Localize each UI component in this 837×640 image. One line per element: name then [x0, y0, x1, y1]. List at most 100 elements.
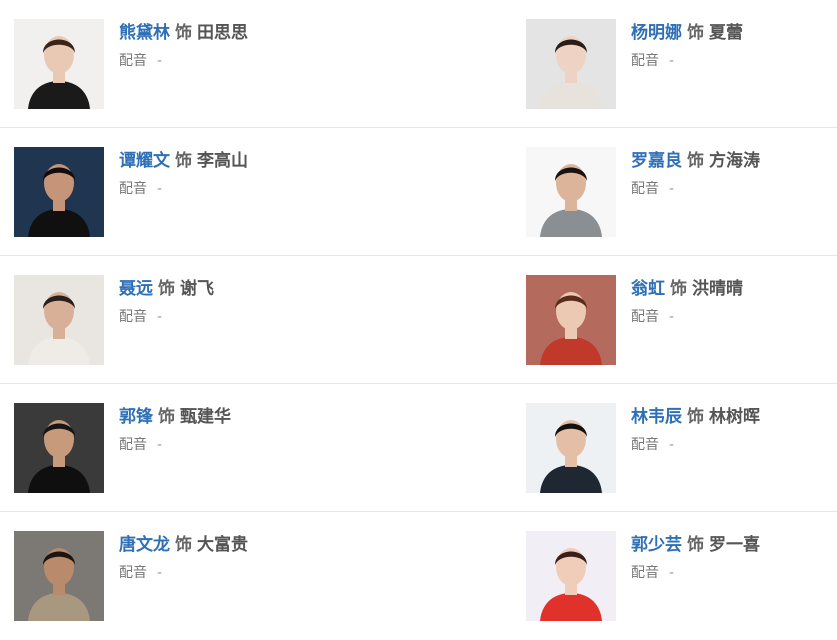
role-name: 洪晴晴 [692, 279, 743, 299]
voice-actor-value: - [669, 309, 675, 325]
cast-card: 林韦辰饰林树晖 配音 - [526, 403, 826, 495]
actor-name-link[interactable]: 郭锋 [119, 407, 153, 427]
cast-title-line: 杨明娜饰夏蕾 [631, 21, 743, 45]
cast-title-line: 翁虹饰洪晴晴 [631, 277, 743, 301]
portrait-image [14, 531, 104, 621]
voice-actor-line: 配音 - [631, 51, 743, 71]
actor-name-link[interactable]: 翁虹 [631, 279, 665, 299]
voice-actor-line: 配音 - [119, 179, 248, 199]
role-separator: 饰 [687, 407, 704, 427]
cast-card: 翁虹饰洪晴晴 配音 - [526, 275, 826, 367]
actor-name-link[interactable]: 聂远 [119, 279, 153, 299]
role-separator: 饰 [158, 279, 175, 299]
role-separator: 饰 [687, 535, 704, 555]
voice-actor-value: - [669, 181, 675, 197]
actor-photo[interactable] [526, 403, 616, 493]
role-separator: 饰 [687, 23, 704, 43]
actor-photo[interactable] [526, 531, 616, 621]
portrait-image [14, 19, 104, 109]
role-name: 大富贵 [197, 535, 248, 555]
role-separator: 饰 [670, 279, 687, 299]
voice-actor-label: 配音 [631, 181, 659, 197]
cast-info: 林韦辰饰林树晖 配音 - [631, 405, 760, 455]
actor-photo[interactable] [14, 147, 104, 237]
voice-actor-value: - [669, 565, 675, 581]
actor-photo[interactable] [526, 275, 616, 365]
cast-title-line: 谭耀文饰李高山 [119, 149, 248, 173]
voice-actor-line: 配音 - [119, 51, 248, 71]
cast-card: 唐文龙饰大富贵 配音 - [14, 531, 314, 623]
actor-name-link[interactable]: 杨明娜 [631, 23, 682, 43]
role-separator: 饰 [175, 535, 192, 555]
actor-name-link[interactable]: 谭耀文 [119, 151, 170, 171]
actor-name-link[interactable]: 罗嘉良 [631, 151, 682, 171]
role-separator: 饰 [175, 23, 192, 43]
actor-name-link[interactable]: 郭少芸 [631, 535, 682, 555]
portrait-image [526, 275, 616, 365]
cast-info: 翁虹饰洪晴晴 配音 - [631, 277, 743, 327]
voice-actor-line: 配音 - [119, 563, 248, 583]
cast-title-line: 唐文龙饰大富贵 [119, 533, 248, 557]
cast-info: 唐文龙饰大富贵 配音 - [119, 533, 248, 583]
actor-name-link[interactable]: 唐文龙 [119, 535, 170, 555]
voice-actor-value: - [157, 565, 163, 581]
cast-info: 熊黛林饰田思思 配音 - [119, 21, 248, 71]
actor-photo[interactable] [14, 275, 104, 365]
voice-actor-label: 配音 [119, 309, 147, 325]
cast-card: 聂远饰谢飞 配音 - [14, 275, 314, 367]
portrait-image [14, 147, 104, 237]
role-name: 方海涛 [709, 151, 760, 171]
actor-photo[interactable] [14, 531, 104, 621]
actor-name-link[interactable]: 林韦辰 [631, 407, 682, 427]
cast-card: 杨明娜饰夏蕾 配音 - [526, 19, 826, 111]
cast-list: 熊黛林饰田思思 配音 - 杨明娜饰夏蕾 配音 - 谭耀文 饰 李高山 配音 - … [0, 0, 837, 640]
voice-actor-line: 配音 - [119, 307, 214, 327]
cast-title-line: 郭锋饰甄建华 [119, 405, 231, 429]
cast-row: 郭锋饰甄建华 配音 - 林韦辰饰林树晖 配音 - [0, 384, 837, 512]
role-name: 罗一喜 [709, 535, 760, 555]
cast-title-line: 聂远饰谢飞 [119, 277, 214, 301]
role-name: 李高山 [197, 151, 248, 171]
voice-actor-value: - [669, 53, 675, 69]
voice-actor-label: 配音 [119, 53, 147, 69]
role-name: 谢飞 [180, 279, 214, 299]
portrait-image [14, 275, 104, 365]
voice-actor-label: 配音 [119, 437, 147, 453]
voice-actor-value: - [157, 181, 163, 197]
cast-title-line: 郭少芸饰罗一喜 [631, 533, 760, 557]
actor-photo[interactable] [14, 403, 104, 493]
role-name: 甄建华 [180, 407, 231, 427]
voice-actor-label: 配音 [631, 53, 659, 69]
voice-actor-label: 配音 [119, 181, 147, 197]
role-separator: 饰 [158, 407, 175, 427]
actor-photo[interactable] [526, 147, 616, 237]
cast-info: 罗嘉良饰方海涛 配音 - [631, 149, 760, 199]
cast-info: 郭锋饰甄建华 配音 - [119, 405, 231, 455]
voice-actor-value: - [157, 309, 163, 325]
voice-actor-line: 配音 - [631, 435, 760, 455]
cast-info: 聂远饰谢飞 配音 - [119, 277, 214, 327]
voice-actor-value: - [157, 53, 163, 69]
cast-title-line: 罗嘉良饰方海涛 [631, 149, 760, 173]
cast-row: 聂远饰谢飞 配音 - 翁虹饰洪晴晴 配音 - [0, 256, 837, 384]
role-name: 林树晖 [709, 407, 760, 427]
actor-photo[interactable] [526, 19, 616, 109]
role-name: 田思思 [197, 23, 248, 43]
cast-row: 熊黛林饰田思思 配音 - 杨明娜饰夏蕾 配音 - [0, 0, 837, 128]
cast-title-line: 林韦辰饰林树晖 [631, 405, 760, 429]
voice-actor-line: 配音 - [631, 307, 743, 327]
cast-row: 唐文龙饰大富贵 配音 - 郭少芸饰罗一喜 配音 - [0, 512, 837, 640]
voice-actor-label: 配音 [631, 565, 659, 581]
portrait-image [526, 531, 616, 621]
voice-actor-line: 配音 - [631, 179, 760, 199]
cast-row: 谭耀文饰李高山 配音 - 罗嘉良饰方海涛 配音 - [0, 128, 837, 256]
actor-name-link[interactable]: 熊黛林 [119, 23, 170, 43]
portrait-image [526, 19, 616, 109]
voice-actor-line: 配音 - [631, 563, 760, 583]
voice-actor-line: 配音 - [119, 435, 231, 455]
portrait-image [526, 403, 616, 493]
voice-actor-value: - [669, 437, 675, 453]
role-name: 夏蕾 [709, 23, 743, 43]
actor-photo[interactable] [14, 19, 104, 109]
cast-card: 郭少芸饰罗一喜 配音 - [526, 531, 826, 623]
